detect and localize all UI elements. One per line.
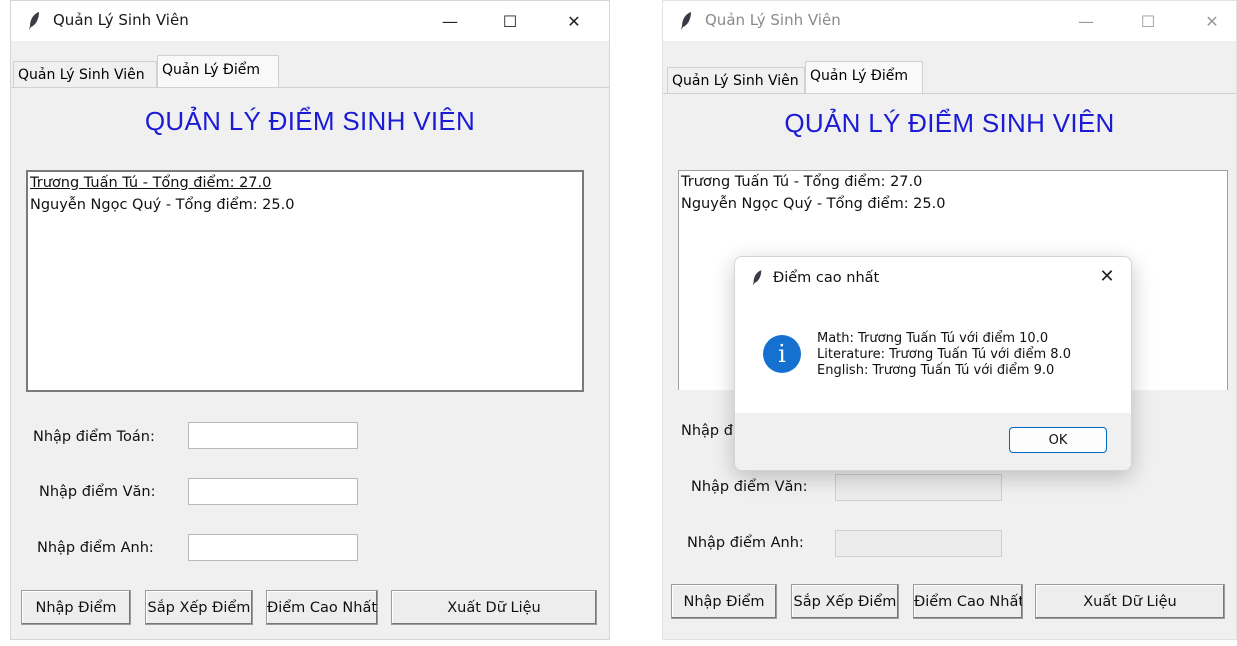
- tab-student-management[interactable]: Quản Lý Sinh Viên: [667, 67, 805, 93]
- message-line: Literature: Trương Tuấn Tú với điểm 8.0: [817, 347, 1071, 362]
- close-button[interactable]: ✕: [551, 5, 597, 37]
- list-item[interactable]: Trương Tuấn Tú - Tổng điểm: 27.0: [28, 172, 582, 194]
- title-bar: Quản Lý Sinh Viên — ☐ ✕: [663, 1, 1236, 41]
- sort-score-button[interactable]: Sắp Xếp Điểm: [791, 584, 899, 619]
- maximize-button[interactable]: ☐: [487, 5, 533, 37]
- page-title: QUẢN LÝ ĐIỂM SINH VIÊN: [784, 108, 1115, 138]
- dialog-body: i Math: Trương Tuấn Tú với điểm 10.0 Lit…: [735, 299, 1131, 413]
- english-score-label: Nhập điểm Anh:: [687, 535, 804, 551]
- close-button[interactable]: ✕: [1189, 5, 1235, 37]
- dialog-close-icon[interactable]: ✕: [1095, 266, 1119, 290]
- literature-score-label: Nhập điểm Văn:: [39, 484, 156, 500]
- feather-app-icon: [681, 12, 691, 30]
- ok-button[interactable]: OK: [1009, 427, 1107, 453]
- info-icon: i: [763, 335, 801, 373]
- math-score-input[interactable]: [188, 422, 358, 449]
- window-title: Quản Lý Sinh Viên: [705, 11, 841, 29]
- highest-score-button[interactable]: Điểm Cao Nhất: [266, 590, 378, 625]
- export-data-button[interactable]: Xuất Dữ Liệu: [391, 590, 597, 625]
- message-line: Math: Trương Tuấn Tú với điểm 10.0: [817, 331, 1049, 346]
- list-item[interactable]: Nguyễn Ngọc Quý - Tổng điểm: 25.0: [679, 193, 1227, 215]
- tab-student-management[interactable]: Quản Lý Sinh Viên: [13, 61, 157, 87]
- dialog-title: Điểm cao nhất: [773, 270, 880, 286]
- tab-bar: Quản Lý Sinh Viên Quản Lý Điểm: [663, 61, 1236, 93]
- english-score-input[interactable]: [835, 530, 1002, 557]
- list-item[interactable]: Nguyễn Ngọc Quý - Tổng điểm: 25.0: [28, 194, 582, 216]
- maximize-button[interactable]: ☐: [1125, 5, 1171, 37]
- main-window: Quản Lý Sinh Viên — ☐ ✕ Quản Lý Sinh Viê…: [10, 0, 610, 640]
- enter-score-button[interactable]: Nhập Điểm: [671, 584, 777, 619]
- score-tab-panel: QUẢN LÝ ĐIỂM SINH VIÊN Trương Tuấn Tú - …: [11, 87, 609, 639]
- dialog-message: Math: Trương Tuấn Tú với điểm 10.0 Liter…: [817, 331, 1071, 379]
- literature-score-input[interactable]: [188, 478, 358, 505]
- title-bar: Quản Lý Sinh Viên — ☐ ✕: [11, 1, 609, 41]
- feather-app-icon: [752, 270, 762, 286]
- feather-app-icon: [29, 12, 39, 30]
- dialog-footer: OK: [735, 413, 1131, 470]
- page-title: QUẢN LÝ ĐIỂM SINH VIÊN: [144, 106, 476, 136]
- english-score-label: Nhập điểm Anh:: [37, 540, 154, 556]
- tab-score-management[interactable]: Quản Lý Điểm: [805, 61, 923, 93]
- sort-score-button[interactable]: Sắp Xếp Điểm: [145, 590, 253, 625]
- message-line: English: Trương Tuấn Tú với điểm 9.0: [817, 363, 1055, 378]
- minimize-button[interactable]: —: [427, 5, 473, 37]
- score-listbox[interactable]: Trương Tuấn Tú - Tổng điểm: 27.0 Nguyễn …: [26, 170, 584, 392]
- export-data-button[interactable]: Xuất Dữ Liệu: [1035, 584, 1225, 619]
- minimize-button[interactable]: —: [1063, 5, 1109, 37]
- list-item[interactable]: Trương Tuấn Tú - Tổng điểm: 27.0: [679, 171, 1227, 193]
- literature-score-label: Nhập điểm Văn:: [691, 479, 808, 495]
- highest-score-button[interactable]: Điểm Cao Nhất: [913, 584, 1023, 619]
- window-title: Quản Lý Sinh Viên: [53, 11, 189, 29]
- highest-score-dialog: Điểm cao nhất ✕ i Math: Trương Tuấn Tú v…: [734, 256, 1132, 471]
- literature-score-input[interactable]: [835, 474, 1002, 501]
- math-score-label-partial: Nhập đ: [681, 423, 733, 439]
- enter-score-button[interactable]: Nhập Điểm: [21, 590, 131, 625]
- tab-bar: Quản Lý Sinh Viên Quản Lý Điểm: [11, 55, 609, 87]
- tab-score-management[interactable]: Quản Lý Điểm: [157, 55, 279, 87]
- math-score-label: Nhập điểm Toán:: [33, 429, 155, 445]
- english-score-input[interactable]: [188, 534, 358, 561]
